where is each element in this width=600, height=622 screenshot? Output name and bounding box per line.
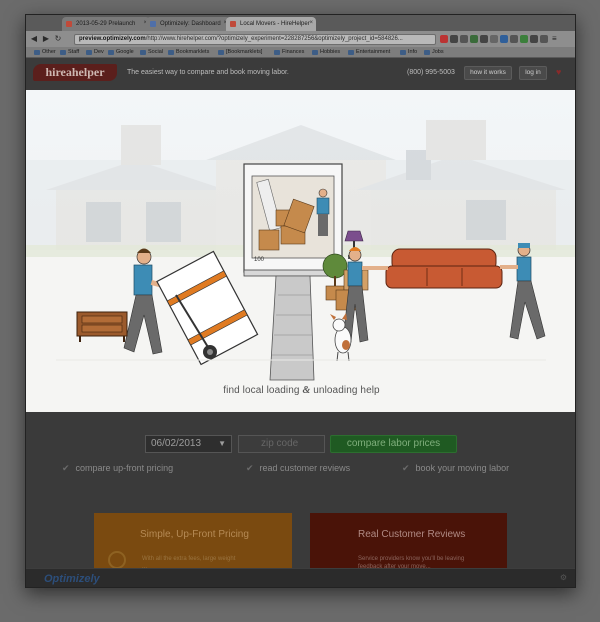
hero-banner: 100 find local loading & unloading help (26, 90, 575, 412)
gear-icon[interactable]: ⚙ (560, 573, 567, 582)
svg-text:100: 100 (254, 257, 265, 263)
extension-icon[interactable] (490, 35, 498, 43)
tab-label: Local Movers - HireHelper (240, 21, 310, 27)
extension-icon[interactable] (530, 35, 538, 43)
bookmark-folder-finances[interactable]: Finances (274, 49, 304, 55)
checkmark-icon: ✔ (62, 463, 70, 473)
extension-icon[interactable] (470, 35, 478, 43)
dropdown-arrow-icon: ▼ (218, 439, 226, 448)
benefit-item: ✔ compare up-front pricing (62, 463, 173, 474)
hirehelper-favicon-icon (230, 21, 236, 27)
adblock-extension-icon[interactable] (440, 35, 448, 43)
caption-ampersand: & (302, 385, 311, 396)
compare-labor-prices-button[interactable]: compare labor prices (330, 435, 457, 453)
browser-toolbar: ◀ ▶ ↻ preview.optimizely.com/http://www.… (26, 31, 575, 47)
extension-icon[interactable] (520, 35, 528, 43)
tab-optimizely[interactable]: Optimizely: Dashboard × (146, 17, 230, 31)
extension-icon[interactable] (500, 35, 508, 43)
page-viewport: hireahelper The easiest way to compare a… (26, 58, 575, 587)
benefit-label: compare up-front pricing (75, 463, 174, 473)
tab-prelaunch[interactable]: 2013-05-29 Prelaunch × (62, 17, 150, 31)
site-tagline: The easiest way to compare and book movi… (127, 69, 289, 76)
hero-caption: find local loading & unloading help (26, 385, 575, 396)
tab-strip: 2013-05-29 Prelaunch × Optimizely: Dashb… (26, 15, 575, 31)
optimizely-favicon-icon (150, 21, 156, 27)
bookmark-folder-bookmarklets-2[interactable]: [Bookmarklets] (218, 49, 262, 55)
card-title: Real Customer Reviews (358, 529, 466, 540)
extension-icon[interactable] (510, 35, 518, 43)
couch (385, 248, 503, 289)
tab-label: 2013-05-29 Prelaunch (76, 21, 136, 27)
moving-scene-illustration: 100 (26, 120, 575, 412)
forward-arrow-icon[interactable]: ▶ (41, 34, 51, 44)
bookmark-folder-info[interactable]: Info (400, 49, 417, 55)
bookmark-folder-other[interactable]: Other (34, 49, 56, 55)
back-arrow-icon[interactable]: ◀ (29, 34, 39, 44)
how-it-works-button[interactable]: how it works (464, 66, 512, 80)
move-date-select[interactable]: 06/02/2013 ▼ (145, 435, 232, 453)
bookmark-folder-google[interactable]: Google (108, 49, 134, 55)
browser-window: 2013-05-29 Prelaunch × Optimizely: Dashb… (25, 14, 576, 588)
phone-number: (800) 995-5003 (407, 69, 455, 76)
reload-icon[interactable]: ↻ (53, 34, 63, 44)
checkmark-icon: ✔ (402, 463, 410, 473)
sheet-favicon-icon (66, 21, 72, 27)
caption-text-1: find local loading (223, 385, 300, 396)
card-body-line: Service providers know you'll be leaving (358, 556, 465, 562)
hireahelper-logo[interactable]: hireahelper (33, 64, 117, 81)
card-title: Simple, Up-Front Pricing (140, 529, 249, 540)
bookmark-folder-hobbies[interactable]: Hobbies (312, 49, 340, 55)
url-path: /http://www.hirehelper.com/?optimizely_e… (145, 36, 403, 42)
log-in-button[interactable]: log in (519, 66, 547, 80)
heart-icon[interactable]: ♥ (556, 67, 561, 77)
benefit-item: ✔ read customer reviews (246, 463, 350, 474)
benefit-label: read customer reviews (259, 463, 351, 473)
zip-code-input[interactable]: zip code (238, 435, 325, 453)
search-form: 06/02/2013 ▼ zip code compare labor pric… (26, 435, 575, 457)
tab-label: Optimizely: Dashboard (160, 21, 221, 27)
tab-hirehelper[interactable]: Local Movers - HireHelper × (226, 17, 316, 31)
bookmark-folder-jobs[interactable]: Jobs (424, 49, 444, 55)
caption-text-2: unloading help (313, 385, 380, 396)
benefit-item: ✔ book your moving labor (402, 463, 509, 474)
settings-menu-icon[interactable]: ≡ (552, 35, 560, 43)
checkmark-icon: ✔ (246, 463, 254, 473)
close-tab-icon[interactable]: × (309, 20, 313, 26)
dollar-icon (108, 551, 126, 569)
address-bar[interactable]: preview.optimizely.com/http://www.hirehe… (74, 34, 436, 45)
optimizely-logo[interactable]: Optimizely (44, 573, 100, 585)
bookmarks-bar: Other Staff Dev Google Social Bookmarkle… (26, 47, 575, 58)
extension-icon[interactable] (450, 35, 458, 43)
extension-icon[interactable] (540, 35, 548, 43)
bookmark-folder-dev[interactable]: Dev (86, 49, 104, 55)
extension-icon[interactable] (480, 35, 488, 43)
extension-icon[interactable] (460, 35, 468, 43)
card-body-line: With all the extra fees, large weight (142, 556, 236, 562)
benefit-label: book your moving labor (415, 463, 510, 473)
bookmark-folder-bookmarklets[interactable]: Bookmarklets (168, 49, 209, 55)
bookmark-folder-entertainment[interactable]: Entertainment (348, 49, 390, 55)
site-header: hireahelper The easiest way to compare a… (26, 58, 575, 90)
bookmark-folder-social[interactable]: Social (140, 49, 163, 55)
benefits-row: ✔ compare up-front pricing ✔ read customer… (26, 463, 575, 477)
bookmark-folder-staff[interactable]: Staff (60, 49, 79, 55)
date-value: 06/02/2013 (151, 438, 202, 449)
optimizely-preview-bar: Optimizely ⚙ (26, 568, 575, 587)
url-host: preview.optimizely.com (79, 36, 146, 42)
